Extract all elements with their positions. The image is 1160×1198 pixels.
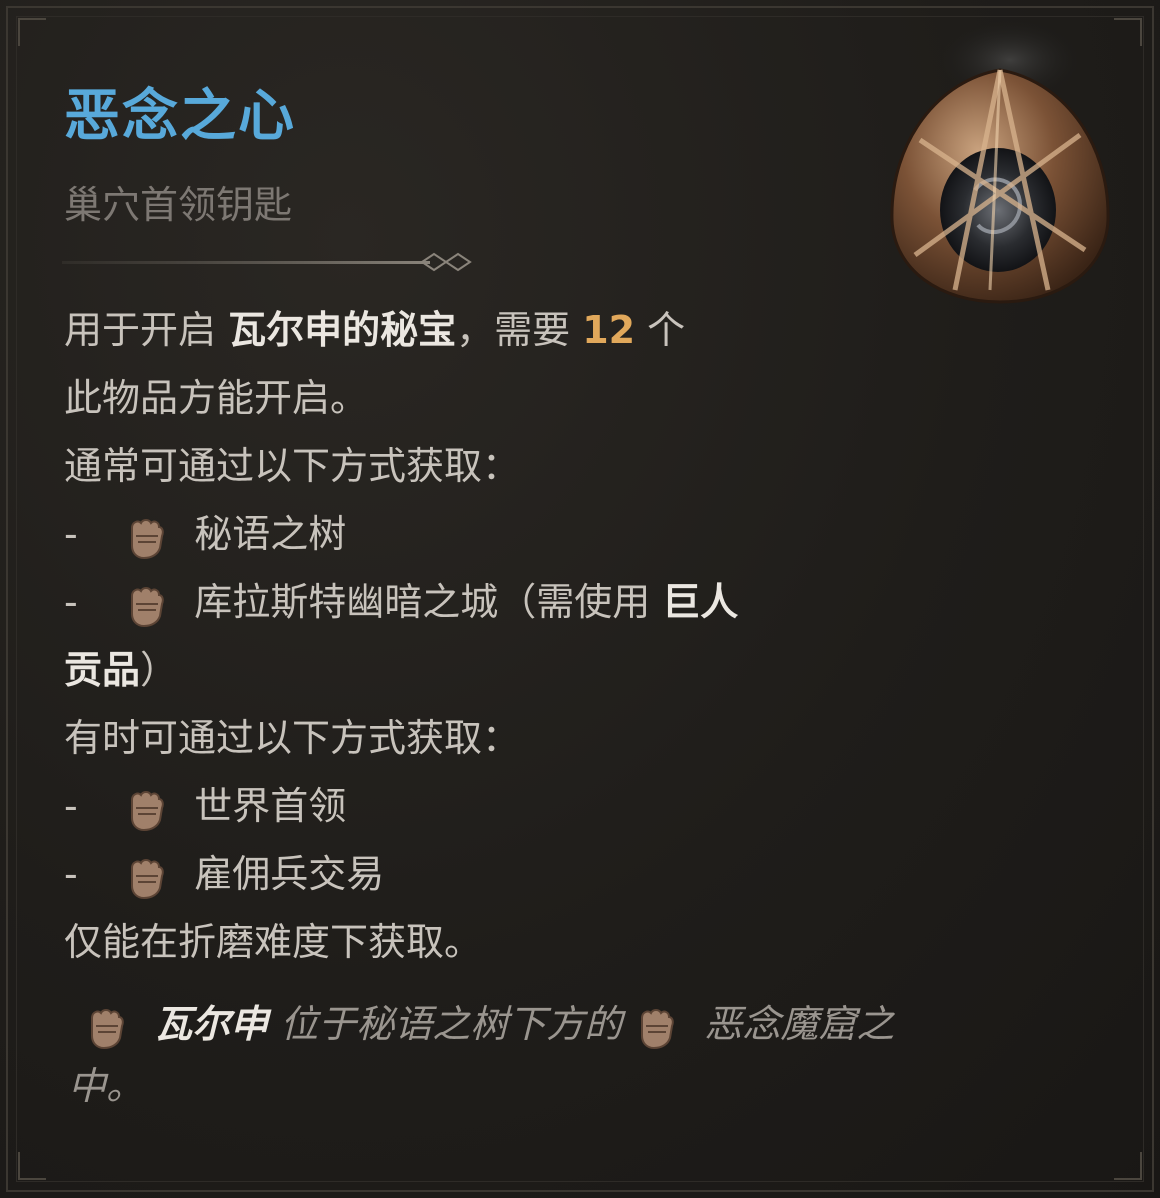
fist-icon: [131, 858, 164, 899]
dungeon-name: 恶念魔窟之: [704, 1002, 895, 1046]
difficulty-restriction: 仅能在折磨难度下获取。: [64, 920, 483, 964]
fist-icon: [131, 518, 164, 559]
item-tooltip: 恶念之心 巢穴首领钥匙 用于开启 瓦尔申的秘宝，需要 12 个 此物品方能开启。…: [0, 0, 1160, 1198]
tribute-name-part2: 贡品: [64, 648, 141, 692]
fist-icon: [131, 790, 164, 831]
item-name: 恶念之心: [64, 84, 296, 149]
common-sources-header: 通常可通过以下方式获取：: [64, 444, 521, 488]
tribute-name-part1: 巨人: [662, 580, 739, 624]
source-item[interactable]: - 库拉斯特幽暗之城（需使用 巨人: [64, 572, 738, 632]
boss-name: 瓦尔申: [154, 1002, 269, 1046]
fist-icon: [131, 586, 164, 627]
usage-line: 用于开启 瓦尔申的秘宝，需要 12 个: [64, 308, 686, 352]
location-note: 瓦尔申 位于秘语之树下方的 恶念魔窟之: [84, 994, 894, 1054]
source-item[interactable]: - 世界首领: [64, 776, 346, 836]
source-label: 秘语之树: [194, 512, 347, 556]
usage-line-2: 此物品方能开启。: [64, 376, 369, 420]
source-item[interactable]: - 雇佣兵交易: [64, 844, 384, 904]
corner-ornament: [1114, 1152, 1142, 1180]
vault-name: 瓦尔申的秘宝: [228, 308, 457, 352]
heart-of-malice-orb-icon: [890, 20, 1110, 304]
corner-ornament: [18, 18, 46, 46]
source-item[interactable]: - 秘语之树: [64, 504, 346, 564]
location-note-wrap: 中。: [68, 1064, 145, 1108]
required-count: 12: [582, 308, 636, 352]
fist-icon: [91, 1008, 124, 1049]
corner-ornament: [18, 1152, 46, 1180]
source-label: 世界首领: [194, 784, 347, 828]
source-label: 雇佣兵交易: [194, 852, 385, 896]
diamond-divider-icon: [62, 252, 472, 272]
fist-icon: [641, 1008, 675, 1049]
rare-sources-header: 有时可通过以下方式获取：: [64, 716, 521, 760]
item-type: 巢穴首领钥匙: [64, 183, 293, 227]
source-label: 库拉斯特幽暗之城（需使用: [194, 580, 663, 624]
source-item-wrap: 贡品）: [64, 648, 179, 692]
